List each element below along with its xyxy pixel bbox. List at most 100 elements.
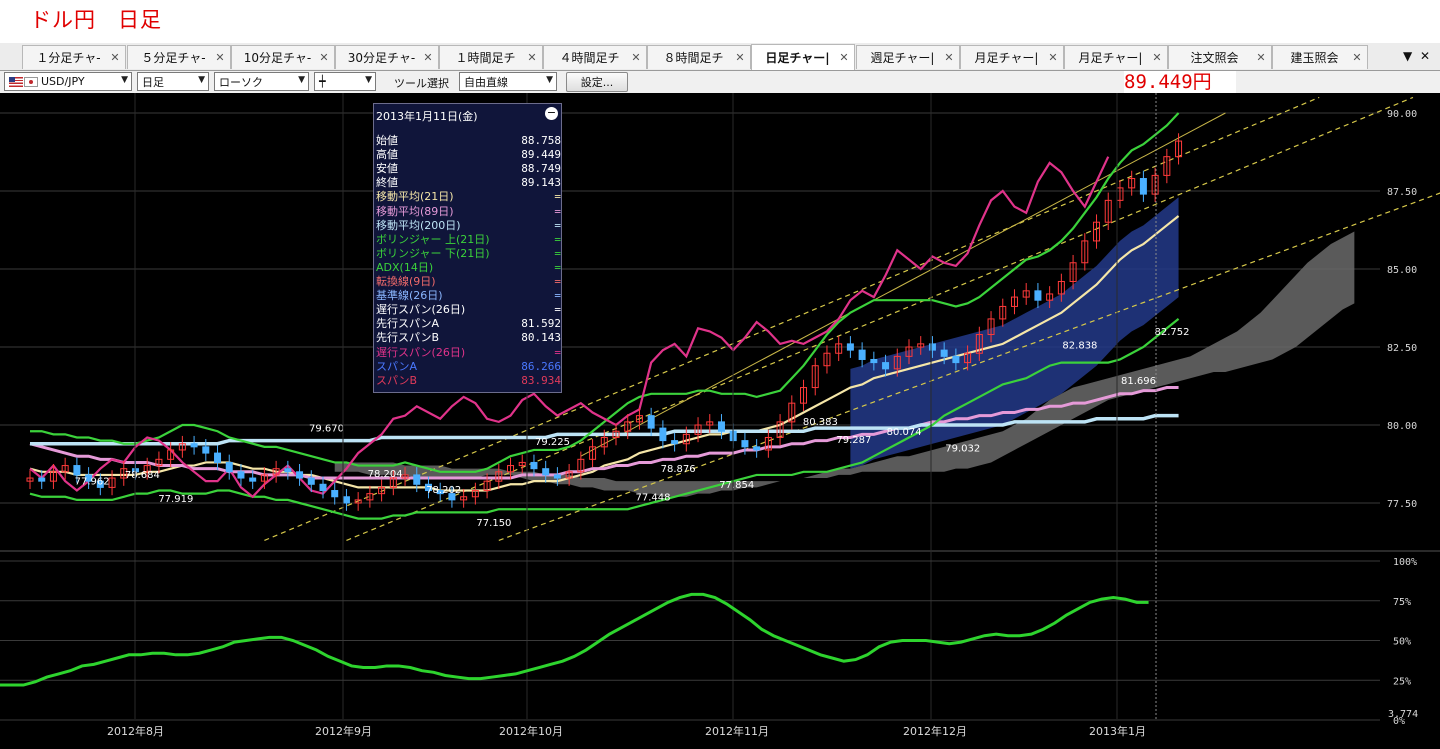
info-row: スパンB 83.934 (376, 374, 561, 388)
chevron-down-icon: ▼ (365, 75, 372, 85)
period-select[interactable]: 日足 ▼ (137, 72, 209, 91)
price-annotation: 77.854 (719, 480, 754, 491)
chart-style-select[interactable]: ローソク ▼ (214, 72, 309, 91)
price-annotation: 81.696 (1121, 376, 1156, 387)
tab-6[interactable]: ４時間足チ ✕ (543, 45, 647, 69)
close-tab-icon[interactable]: ✕ (942, 51, 956, 64)
close-tab-icon[interactable]: ✕ (421, 51, 435, 64)
close-tab-icon[interactable]: ✕ (213, 51, 227, 64)
adx-tick-label: 50% (1393, 637, 1411, 648)
info-row-value: = (554, 246, 561, 260)
tab-11[interactable]: 月足チャー| ✕ (1064, 45, 1168, 69)
tab-7[interactable]: ８時間足チ ✕ (647, 45, 751, 69)
price-annotation: 77.962 (75, 477, 110, 488)
close-tab-icon[interactable]: ✕ (1046, 51, 1060, 64)
tab-label: 注文照会 (1190, 51, 1239, 65)
info-row: 遅行スパン(26日) = (376, 346, 561, 360)
tab-2[interactable]: ５分足チャ- ✕ (127, 45, 231, 69)
info-row-label: 先行スパンB (376, 331, 440, 345)
candle-body (717, 421, 725, 432)
y-tick-label: 77.50 (1387, 499, 1417, 510)
tool-select[interactable]: 自由直線 ▼ (459, 72, 557, 91)
close-tab-icon[interactable]: ✕ (1350, 51, 1364, 64)
tab-bar: ▼ ✕ １分足チャ- ✕ ５分足チャ- ✕ 10分足チャ- ✕ 30分足チャ- ✕ １時間足チ ✕… (0, 43, 1440, 71)
close-tab-icon[interactable]: ✕ (733, 51, 747, 64)
close-tab-icon[interactable]: ✕ (108, 51, 122, 64)
jp-flag-icon (24, 76, 38, 87)
candle-body (530, 461, 538, 470)
chart-svg[interactable]: 90.00 87.50 85.00 82.50 80.00 77.50 79.670 78.6… (0, 93, 1440, 749)
info-row-label: 基準線(26日) (376, 289, 443, 303)
info-row-value: = (554, 190, 561, 204)
candle-body (202, 446, 210, 454)
tab-label: 日足チャー| (765, 51, 830, 65)
tab-1[interactable]: １分足チャ- ✕ (22, 45, 126, 69)
adx-last-value: 3.774 (1388, 709, 1418, 720)
tab-menu-icon[interactable]: ▼ (1403, 49, 1412, 63)
close-tab-icon[interactable]: ✕ (629, 51, 643, 64)
info-row-label: 転換線(9日) (376, 275, 436, 288)
tab-9[interactable]: 週足チャー| ✕ (856, 45, 960, 69)
close-tab-icon[interactable]: ✕ (525, 51, 539, 64)
price-annotation: 78.204 (368, 469, 403, 480)
candle-body (882, 362, 890, 370)
current-price: 89.449円 (1124, 71, 1236, 93)
info-row-value: = (554, 204, 561, 218)
info-row: 先行スパンB 80.143 (376, 331, 561, 345)
close-tab-icon[interactable]: ✕ (317, 51, 331, 64)
info-row-label: 遅行スパン(26日) (376, 303, 466, 317)
x-axis-label: 2012年8月 (107, 724, 164, 738)
x-axis-label: 2012年12月 (903, 724, 967, 738)
price-annotation: 77.150 (476, 518, 511, 529)
close-tab-icon[interactable]: ✕ (837, 51, 851, 64)
info-row-label: 先行スパンA (376, 317, 440, 331)
candle-body (237, 471, 245, 479)
tab-label: １分足チャ- (36, 51, 101, 65)
tab-4[interactable]: 30分足チャ- ✕ (335, 45, 439, 69)
info-panel: 2013年1月11日(金) − 始値 88.758 高値 89.449 安値 88.749… (373, 103, 562, 393)
price-annotation: 78.202 (426, 485, 461, 496)
currency-pair-select[interactable]: USD/JPY ▼ (4, 72, 132, 91)
tab-label: 10分足チャ- (243, 51, 312, 65)
y-tick-label: 80.00 (1387, 421, 1417, 432)
close-window-icon[interactable]: ✕ (1420, 49, 1430, 63)
settings-button[interactable]: 設定... (566, 72, 628, 92)
info-row-value: 86.266 (521, 359, 561, 373)
tab-5[interactable]: １時間足チ ✕ (439, 45, 543, 69)
candle-body (870, 358, 878, 364)
y-tick-label: 87.50 (1387, 187, 1417, 198)
info-row-label: スパンB (376, 373, 418, 387)
line-style-select[interactable]: ┿ ▼ (314, 72, 376, 91)
adx-tick-label: 75% (1393, 597, 1411, 608)
tab-10[interactable]: 月足チャー| ✕ (960, 45, 1064, 69)
close-tab-icon[interactable]: ✕ (1254, 51, 1268, 64)
info-row-label: 終値 (376, 176, 398, 190)
candle-body (846, 343, 854, 351)
chart-area[interactable]: 90.00 87.50 85.00 82.50 80.00 77.50 79.670 78.6… (0, 93, 1440, 749)
candle-body (284, 468, 292, 473)
candle-body (319, 483, 327, 492)
close-tab-icon[interactable]: ✕ (1150, 51, 1164, 64)
candle-body (73, 465, 81, 476)
x-axis-label: 2012年11月 (705, 724, 769, 738)
info-row-label: 移動平均(89日) (376, 204, 454, 218)
info-row: 移動平均(200日) = (376, 219, 561, 233)
collapse-icon[interactable]: − (545, 107, 558, 120)
info-row-label: 遅行スパン(26日) (376, 345, 466, 359)
price-annotation: 79.225 (535, 437, 570, 448)
info-row: ボリンジャー 下(21日) = (376, 247, 561, 261)
tab-label: 30分足チャ- (347, 51, 416, 65)
candle-body (342, 496, 350, 504)
tab-label: ５分足チャ- (141, 51, 206, 65)
tab-13[interactable]: 建玉照会 ✕ (1272, 45, 1368, 69)
price-annotation: 82.838 (1062, 340, 1097, 351)
page-title: ドル円 日足 (30, 8, 162, 32)
tab-12[interactable]: 注文照会 ✕ (1168, 45, 1272, 69)
info-row-label: 移動平均(200日) (376, 218, 461, 232)
info-row-value: = (554, 232, 561, 246)
info-row: 遅行スパン(26日) = (376, 303, 561, 317)
tab-3[interactable]: 10分足チャ- ✕ (231, 45, 335, 69)
tab-8[interactable]: 日足チャー| ✕ (751, 44, 855, 70)
price-annotation: 79.287 (836, 435, 871, 446)
price-annotation: 82.752 (1155, 327, 1190, 338)
